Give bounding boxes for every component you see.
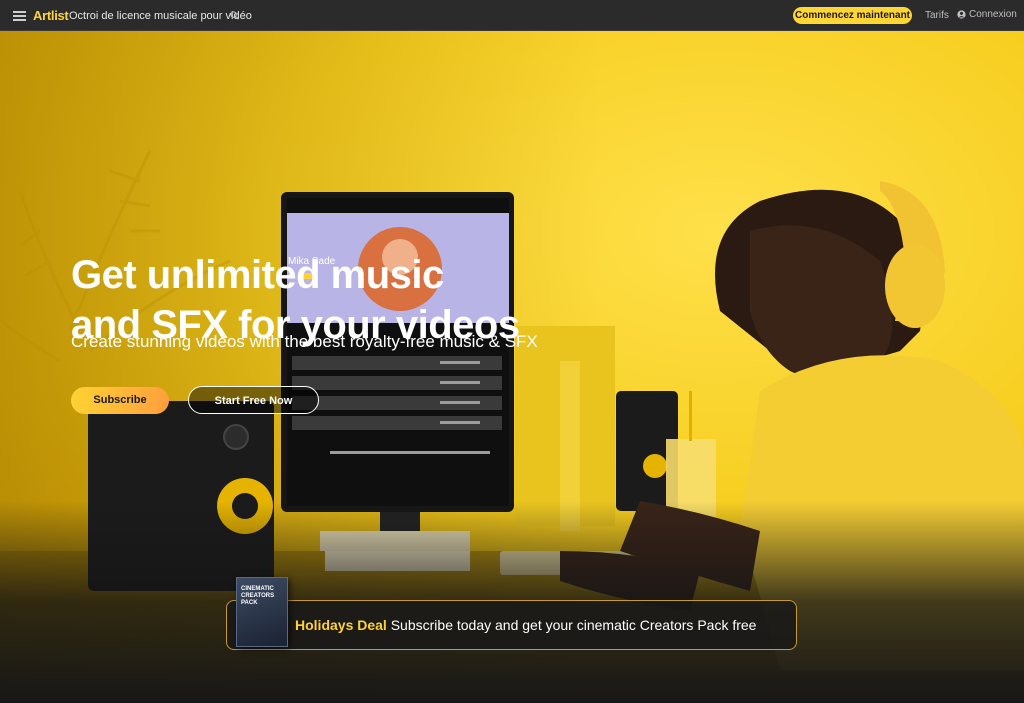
creators-pack-title: CINEMATIC CREATORS PACK (241, 586, 275, 606)
hero-section: Get unlimited music and SFX for your vid… (0, 31, 1024, 703)
holidays-deal-banner[interactable]: CINEMATIC CREATORS PACK Holidays Deal Su… (226, 577, 797, 650)
screen-artist-name: Mika Sade (288, 256, 336, 267)
promo-highlight: Holidays Deal (295, 617, 387, 633)
subscribe-button[interactable]: Subscribe (71, 387, 169, 414)
hero-subheadline: Create stunning videos with the best roy… (71, 332, 538, 351)
artlist-logo[interactable]: Artlist (33, 8, 69, 23)
pricing-link[interactable]: Tarifs (925, 10, 949, 21)
start-free-button[interactable]: Start Free Now (188, 386, 319, 414)
login-label: Connexion (969, 9, 1017, 20)
creators-pack-box-image: CINEMATIC CREATORS PACK (236, 577, 288, 647)
product-title: Octroi de licence musicale pour vidéo (69, 10, 252, 22)
get-started-button[interactable]: Commencez maintenant (793, 7, 912, 24)
top-navigation-bar: Artlist Octroi de licence musicale pour … (0, 0, 1024, 31)
promo-description: Subscribe today and get your cinematic C… (390, 617, 757, 633)
promo-text: Holidays Deal Subscribe today and get yo… (295, 617, 756, 633)
user-circle-icon (957, 10, 966, 19)
hamburger-icon[interactable] (13, 11, 26, 21)
login-link[interactable]: Connexion (957, 9, 1017, 20)
search-icon[interactable] (230, 11, 239, 20)
